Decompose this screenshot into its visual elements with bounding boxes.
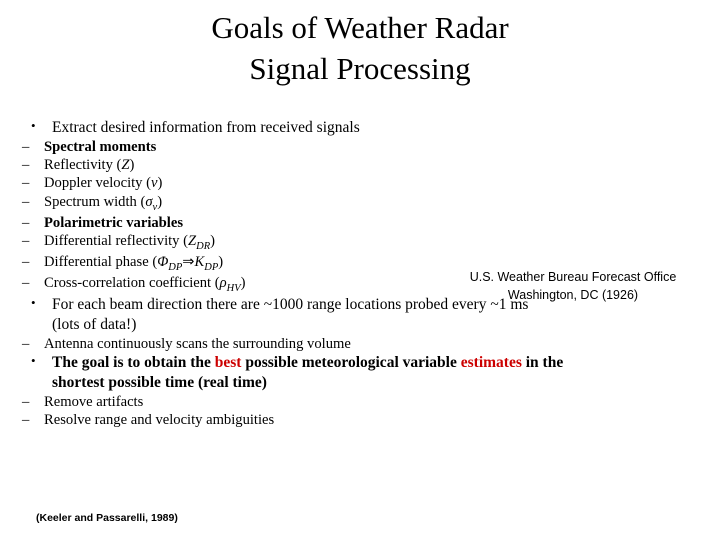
- subscript-HV: HV: [226, 282, 241, 294]
- bullet-text-antenna-scan: Antenna continuously scans the surroundi…: [44, 335, 351, 352]
- symbol-Z: Z: [121, 157, 130, 174]
- bullet-text-polarimetric-variables: Polarimetric variables: [44, 214, 183, 231]
- list-item: – Spectral moments: [14, 138, 706, 156]
- bullet-glyph: •: [31, 352, 36, 368]
- image-caption-weather-bureau: U.S. Weather Bureau Forecast Office Wash…: [440, 268, 706, 304]
- bullet-list-level-2-tasks: – Remove artifacts – Resolve range and v…: [14, 393, 706, 429]
- paren-close: ): [157, 193, 163, 210]
- arrow-glyph: ⇒: [182, 253, 195, 270]
- dash-glyph: –: [22, 411, 30, 428]
- bullet-text-goal: The goal is to obtain the best possible …: [52, 354, 563, 391]
- bullet-glyph: •: [31, 118, 36, 133]
- source-credit: (Keeler and Passarelli, 1989): [36, 512, 178, 524]
- title-line-1: Goals of Weather Radar: [211, 10, 509, 45]
- bullet-text-cross-correlation: Cross-correlation coefficient (: [44, 274, 220, 291]
- list-item: – Spectrum width (σv): [14, 193, 706, 214]
- symbol-sigma: σ: [145, 193, 153, 210]
- slide: Goals of Weather Radar Signal Processing…: [0, 0, 720, 540]
- subscript-DR: DR: [196, 240, 211, 252]
- caption-line-2: Washington, DC (1926): [507, 288, 639, 303]
- bullet-text-differential-phase: Differential phase (: [44, 253, 158, 270]
- list-item: • Extract desired information from recei…: [14, 118, 706, 138]
- list-item: – Reflectivity (Z): [14, 156, 706, 174]
- dash-glyph: –: [22, 138, 30, 155]
- caption-line-1: U.S. Weather Bureau Forecast Office: [469, 270, 677, 284]
- beam-line-2: (lots of data!): [52, 315, 137, 333]
- dash-glyph: –: [22, 274, 30, 291]
- bullet-list-level-2-antenna: – Antenna continuously scans the surroun…: [14, 335, 706, 353]
- dash-glyph: –: [22, 232, 30, 249]
- bullet-text-spectrum-width: Spectrum width (: [44, 193, 146, 210]
- symbol-Z: Z: [187, 232, 197, 249]
- list-item: – Antenna continuously scans the surroun…: [14, 335, 706, 353]
- goal-highlight-estimates: estimates: [460, 353, 522, 371]
- list-item: – Doppler velocity (v): [14, 174, 706, 192]
- paren-close: ): [210, 232, 215, 249]
- bullet-text-differential-reflectivity: Differential reflectivity (: [44, 232, 188, 249]
- bullet-list-level-3-moments: – Reflectivity (Z) – Doppler velocity (v…: [14, 156, 706, 214]
- symbol-phi: Φ: [157, 253, 169, 270]
- bullet-text-extract: Extract desired information from receive…: [52, 119, 360, 136]
- subscript-DP: DP: [168, 261, 183, 273]
- dash-glyph: –: [22, 193, 30, 210]
- goal-mid: possible meteorological variable: [241, 353, 461, 371]
- bullet-text-doppler-velocity: Doppler velocity (: [44, 175, 151, 192]
- paren-close: ): [240, 274, 246, 291]
- paren-close: ): [157, 175, 163, 192]
- bullet-glyph: •: [31, 294, 36, 310]
- goal-line-2: shortest possible time (real time): [52, 373, 267, 391]
- dash-glyph: –: [22, 393, 30, 410]
- symbol-rho: ρ: [219, 274, 227, 291]
- goal-post: in the: [521, 353, 564, 371]
- dash-glyph: –: [22, 157, 30, 174]
- bullet-text-spectral-moments: Spectral moments: [44, 138, 157, 155]
- paren-close: ): [218, 253, 224, 270]
- dash-glyph: –: [22, 175, 30, 192]
- title-line-2: Signal Processing: [249, 50, 471, 86]
- list-item: – Remove artifacts: [14, 393, 706, 411]
- subscript-DP: DP: [204, 261, 219, 273]
- dash-glyph: –: [22, 214, 30, 231]
- list-item: – Polarimetric variables: [14, 214, 706, 232]
- bullet-text-remove-artifacts: Remove artifacts: [44, 393, 144, 410]
- symbol-K: K: [194, 253, 205, 270]
- list-item: – Resolve range and velocity ambiguities: [14, 411, 706, 429]
- dash-glyph: –: [22, 335, 30, 352]
- dash-glyph: –: [22, 253, 30, 270]
- goal-highlight-best: best: [214, 353, 242, 371]
- list-item: • The goal is to obtain the best possibl…: [14, 353, 706, 393]
- goal-pre: The goal is to obtain the: [52, 353, 215, 371]
- page-title: Goals of Weather Radar Signal Processing: [60, 8, 660, 90]
- bullet-text-resolve-ambiguities: Resolve range and velocity ambiguities: [44, 411, 275, 428]
- paren-close: ): [129, 157, 135, 174]
- bullet-text-reflectivity: Reflectivity (: [44, 157, 122, 174]
- list-item: – Differential reflectivity (ZDR): [14, 232, 706, 253]
